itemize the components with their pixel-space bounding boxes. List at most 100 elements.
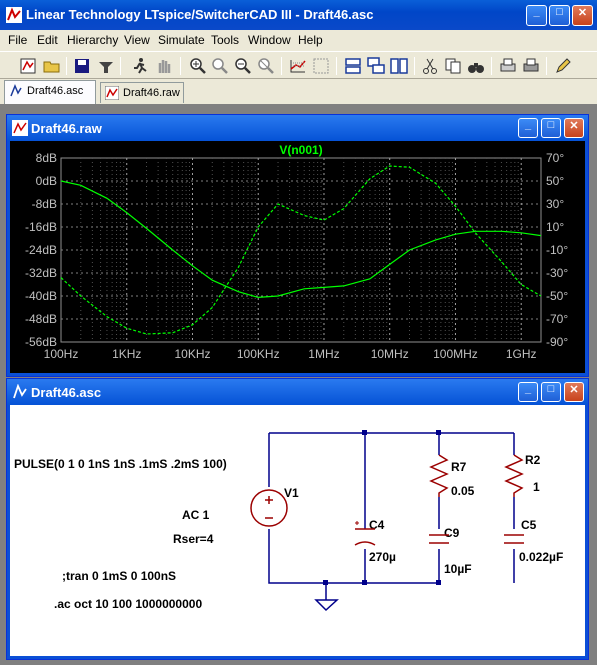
menu-view[interactable]: View xyxy=(124,33,150,47)
ground-symbol[interactable] xyxy=(314,599,339,612)
tile-vertical-icon[interactable] xyxy=(389,56,409,76)
schematic-window: Draft46.asc _ □ ✕ PULSE(0 1 0 1nS 1nS .1… xyxy=(6,378,589,660)
tile-horizontal-icon[interactable] xyxy=(343,56,363,76)
mdi-client-area: Draft46.raw _ □ ✕ 8dB 70° 0dB 50° -8dB 30° -16… xyxy=(0,104,597,665)
c4-value-label[interactable]: 270µ xyxy=(369,550,396,564)
toolbar-separator xyxy=(336,57,337,75)
bode-plot: 8dB 70° 0dB 50° -8dB 30° -16dB 10° -24dB -10° -32d… xyxy=(25,143,568,361)
x-tick-label: 1MHz xyxy=(308,347,339,361)
grid-icon[interactable] xyxy=(311,56,331,76)
minimize-button[interactable]: _ xyxy=(526,5,547,26)
c9-name-label[interactable]: C9 xyxy=(444,526,460,540)
copy-icon[interactable] xyxy=(443,56,463,76)
menu-bar: File Edit Hierarchy View Simulate Tools … xyxy=(0,30,597,50)
toolbar-separator xyxy=(180,57,181,75)
trace-label[interactable]: V(n001) xyxy=(279,143,322,157)
pencil-icon[interactable] xyxy=(553,56,573,76)
y-left-tick-label: 8dB xyxy=(36,151,57,165)
x-tick-label: 100KHz xyxy=(237,347,280,361)
new-schematic-icon[interactable] xyxy=(18,56,38,76)
cascade-icon[interactable] xyxy=(366,56,386,76)
halt-icon[interactable] xyxy=(154,56,174,76)
r2-value-label[interactable]: 1 xyxy=(533,480,540,494)
magnitude-trace xyxy=(60,180,542,299)
schematic-window-title: Draft46.asc xyxy=(31,385,102,400)
zoom-out-icon[interactable] xyxy=(210,56,230,76)
toolbar-separator xyxy=(491,57,492,75)
c5-name-label[interactable]: C5 xyxy=(521,518,537,532)
print-preview-icon[interactable] xyxy=(498,56,518,76)
maximize-button[interactable]: □ xyxy=(549,5,570,26)
pulse-directive[interactable]: PULSE(0 1 0 1nS 1nS .1mS .2mS 100) xyxy=(14,457,227,471)
wires[interactable] xyxy=(268,432,515,600)
waveform-maximize-button[interactable]: □ xyxy=(541,118,561,138)
ac-directive[interactable]: AC 1 xyxy=(182,508,210,522)
print-icon[interactable] xyxy=(521,56,541,76)
tran-directive[interactable]: ;tran 0 1mS 0 100nS xyxy=(62,569,176,583)
schematic-doc-icon xyxy=(13,384,27,399)
r2-name-label[interactable]: R2 xyxy=(525,453,541,467)
control-panel-icon[interactable] xyxy=(96,56,116,76)
r7-name-label[interactable]: R7 xyxy=(451,460,467,474)
y-left-tick-label: 0dB xyxy=(36,174,57,188)
close-button[interactable]: ✕ xyxy=(572,5,593,26)
run-icon[interactable] xyxy=(130,56,150,76)
cut-icon[interactable] xyxy=(420,56,440,76)
tab-label: Draft46.raw xyxy=(123,87,180,99)
y-left-tick-label: -24dB xyxy=(25,243,57,257)
resistor-r2[interactable] xyxy=(504,454,524,497)
c5-value-label[interactable]: 0.022µF xyxy=(519,550,563,564)
toolbar-separator xyxy=(120,57,121,75)
waveform-close-button[interactable]: ✕ xyxy=(564,118,584,138)
schematic-maximize-button[interactable]: □ xyxy=(541,382,561,402)
r7-value-label[interactable]: 0.05 xyxy=(451,484,475,498)
tab-label: Draft46.asc xyxy=(27,85,84,97)
menu-help[interactable]: Help xyxy=(298,33,323,47)
y-left-tick-label: -16dB xyxy=(25,220,57,234)
voltage-source-v1[interactable] xyxy=(250,489,288,527)
zoom-fit-icon[interactable] xyxy=(233,56,253,76)
schematic-canvas[interactable]: PULSE(0 1 0 1nS 1nS .1mS .2mS 100) AC 1 … xyxy=(10,405,585,656)
c9-value-label[interactable]: 10µF xyxy=(444,562,472,576)
x-tick-label: 1KHz xyxy=(112,347,141,361)
zoom-in-icon[interactable] xyxy=(188,56,208,76)
ac-sweep-directive[interactable]: .ac oct 10 100 1000000000 xyxy=(54,597,202,611)
menu-simulate[interactable]: Simulate xyxy=(158,33,205,47)
y-right-tick-label: 70° xyxy=(546,151,564,165)
tab-draft46-raw[interactable]: Draft46.raw xyxy=(100,82,184,103)
toolbar xyxy=(0,51,597,79)
schematic-window-titlebar: Draft46.asc _ □ ✕ xyxy=(7,379,588,405)
autorange-icon[interactable] xyxy=(288,56,308,76)
open-icon[interactable] xyxy=(42,56,62,76)
resistor-r7[interactable] xyxy=(429,454,449,497)
tab-draft46-asc[interactable]: Draft46.asc xyxy=(4,80,96,104)
y-right-tick-label: -10° xyxy=(546,243,568,257)
y-right-tick-label: 30° xyxy=(546,197,564,211)
menu-edit[interactable]: Edit xyxy=(37,33,58,47)
y-left-tick-label: -48dB xyxy=(25,312,57,326)
menu-window[interactable]: Window xyxy=(248,33,291,47)
app-title: Linear Technology LTspice/SwitcherCAD II… xyxy=(26,7,374,22)
c4-name-label[interactable]: C4 xyxy=(369,518,385,532)
schematic-minimize-button[interactable]: _ xyxy=(518,382,538,402)
menu-file[interactable]: File xyxy=(8,33,27,47)
waveform-window: Draft46.raw _ □ ✕ 8dB 70° 0dB 50° -8dB 30° -16… xyxy=(6,114,589,377)
schematic-doc-icon xyxy=(10,84,22,97)
y-right-tick-label: -90° xyxy=(546,335,568,349)
schematic-close-button[interactable]: ✕ xyxy=(564,382,584,402)
menu-hierarchy[interactable]: Hierarchy xyxy=(67,33,118,47)
x-tick-label: 100Hz xyxy=(44,347,79,361)
schematic-drawing: PULSE(0 1 0 1nS 1nS .1mS .2mS 100) AC 1 … xyxy=(14,430,563,612)
y-right-tick-label: 50° xyxy=(546,174,564,188)
v1-label[interactable]: V1 xyxy=(284,486,299,500)
toolbar-separator xyxy=(546,57,547,75)
rser-directive[interactable]: Rser=4 xyxy=(173,532,214,546)
save-icon[interactable] xyxy=(72,56,92,76)
find-icon[interactable] xyxy=(466,56,486,76)
waveform-minimize-button[interactable]: _ xyxy=(518,118,538,138)
waveform-plot-area[interactable]: 8dB 70° 0dB 50° -8dB 30° -16dB 10° -24dB -10° -32d… xyxy=(10,141,585,373)
capacitor-c5[interactable] xyxy=(504,534,524,544)
menu-tools[interactable]: Tools xyxy=(211,33,239,47)
zoom-cancel-icon[interactable] xyxy=(256,56,276,76)
x-tick-label: 100MHz xyxy=(433,347,478,361)
